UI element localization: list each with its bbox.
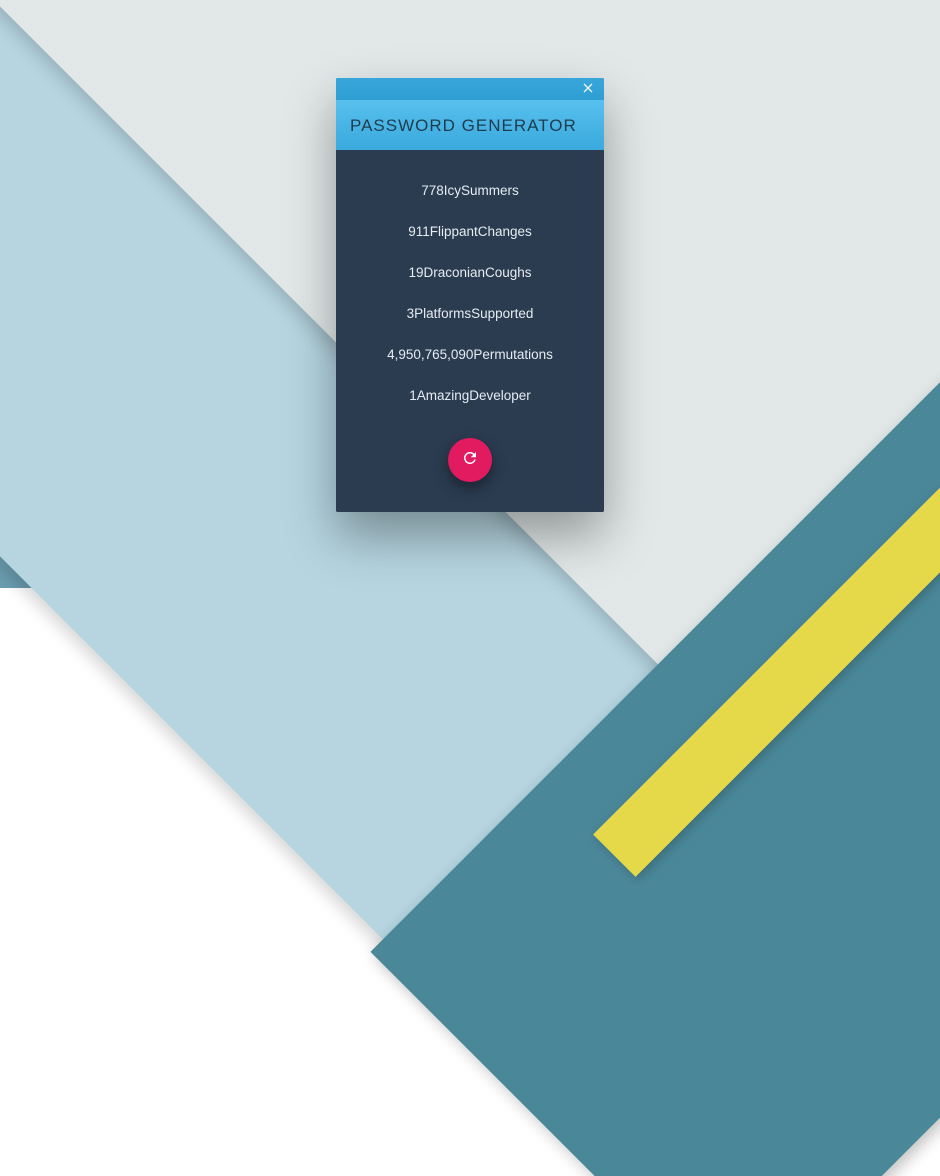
titlebar (336, 78, 604, 100)
header: PASSWORD GENERATOR (336, 100, 604, 150)
app-title: PASSWORD GENERATOR (350, 116, 590, 136)
password-generator-card: PASSWORD GENERATOR 778IcySummers 911Flip… (336, 78, 604, 512)
password-item[interactable]: 911FlippantChanges (348, 211, 592, 252)
close-icon (583, 83, 593, 95)
password-item[interactable]: 3PlatformsSupported (348, 293, 592, 334)
password-list: 778IcySummers 911FlippantChanges 19Draco… (348, 170, 592, 416)
refresh-icon (461, 449, 479, 472)
regenerate-button[interactable] (448, 438, 492, 482)
password-item[interactable]: 19DraconianCoughs (348, 252, 592, 293)
password-item[interactable]: 778IcySummers (348, 170, 592, 211)
close-button[interactable] (580, 81, 596, 97)
card-body: 778IcySummers 911FlippantChanges 19Draco… (336, 150, 604, 512)
password-item[interactable]: 1AmazingDeveloper (348, 375, 592, 416)
password-item[interactable]: 4,950,765,090Permutations (348, 334, 592, 375)
